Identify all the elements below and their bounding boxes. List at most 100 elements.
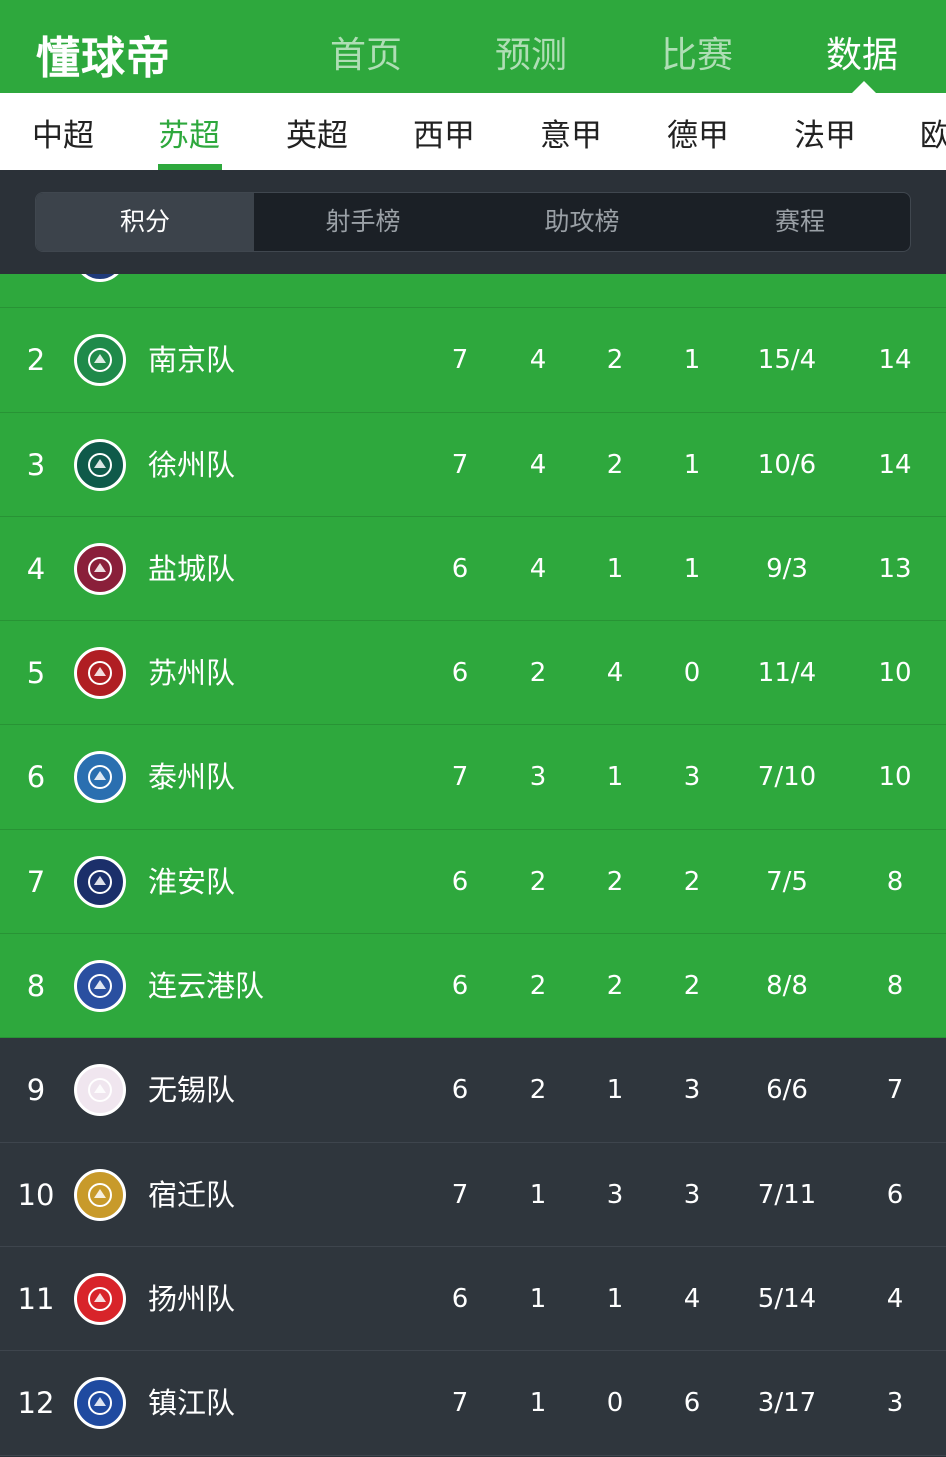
- tab-league-jiangsu[interactable]: 苏超: [158, 110, 220, 155]
- wins-cell: 2: [529, 658, 547, 689]
- team-name: 徐州队: [148, 447, 236, 482]
- team-name: 苏州队: [148, 656, 236, 691]
- table-row[interactable]: 4 盐城队 6 4 1 1 9/3 13: [0, 516, 946, 622]
- played-cell: 7: [451, 345, 469, 376]
- team-badge-icon: [74, 1064, 126, 1117]
- goals-cell: 10/6: [757, 449, 817, 480]
- rank-cell: 2: [26, 343, 46, 378]
- goals-cell: 6/6: [766, 1075, 808, 1106]
- team-name: 镇江队: [148, 1386, 236, 1421]
- losses-cell: 3: [683, 1179, 701, 1210]
- draws-cell: 2: [606, 866, 624, 897]
- draws-cell: 1: [606, 1283, 624, 1314]
- points-cell: 10: [878, 762, 912, 793]
- rank-cell: 8: [26, 969, 46, 1004]
- losses-cell: 1: [683, 553, 701, 584]
- app-logo[interactable]: 懂球帝: [36, 22, 171, 86]
- draws-cell: 1: [606, 1075, 624, 1106]
- table-row[interactable]: 3 徐州队 7 4 2 1 10/6 14: [0, 412, 946, 517]
- segmented-control: 积分 射手榜 助攻榜 赛程: [35, 192, 911, 252]
- played-cell: 7: [451, 1179, 469, 1210]
- points-cell: 10: [878, 658, 912, 689]
- team-badge-icon: [74, 1377, 126, 1430]
- points-cell: 4: [886, 1283, 904, 1314]
- team-badge-icon: [74, 855, 126, 908]
- played-cell: 6: [451, 1075, 469, 1106]
- rank-cell: 1: [8, 274, 64, 308]
- losses-cell: 6: [683, 1388, 701, 1419]
- losses-cell: 0: [662, 274, 722, 308]
- team-name: 连云港队: [148, 969, 265, 1004]
- points-cell: 14: [878, 449, 912, 480]
- tab-league-laliga[interactable]: 西甲: [413, 110, 475, 155]
- wins-cell: 6: [508, 274, 568, 308]
- points-cell: 8: [886, 971, 904, 1002]
- table-row[interactable]: 1南通队660016/318: [0, 274, 946, 309]
- team-badge-icon: [74, 438, 126, 491]
- tab-league-ligue1[interactable]: 法甲: [794, 110, 856, 155]
- standings-table: 1南通队660016/3182南京队742115/4143徐州队742110/6…: [0, 274, 946, 1457]
- losses-cell: 0: [683, 658, 701, 689]
- team-badge-icon: [74, 1168, 126, 1221]
- goals-cell: 7/5: [766, 866, 808, 897]
- rank-cell: 10: [17, 1177, 55, 1212]
- draws-cell: 2: [606, 971, 624, 1002]
- played-cell: 7: [451, 762, 469, 793]
- tab-top-scorers[interactable]: 射手榜: [254, 193, 472, 251]
- tab-league-seriea[interactable]: 意甲: [540, 110, 602, 155]
- goals-cell: 8/8: [766, 971, 808, 1002]
- rank-cell: 12: [17, 1386, 55, 1421]
- table-row[interactable]: 9 无锡队 6 2 1 3 6/6 7: [0, 1038, 946, 1143]
- tab-schedule[interactable]: 赛程: [691, 193, 909, 251]
- wins-cell: 4: [529, 345, 547, 376]
- team-badge-icon: [74, 1272, 126, 1325]
- rank-cell: 5: [26, 656, 46, 691]
- table-row[interactable]: 6 泰州队 7 3 1 3 7/10 10: [0, 725, 946, 830]
- losses-cell: 2: [683, 866, 701, 897]
- active-nav-indicator: [852, 81, 876, 93]
- goals-cell: 3/17: [757, 1388, 817, 1419]
- tab-league-europe[interactable]: 欧: [920, 110, 946, 155]
- played-cell: 6: [451, 553, 469, 584]
- played-cell: 6: [451, 971, 469, 1002]
- team-badge-icon: [74, 542, 126, 595]
- draws-cell: 1: [606, 762, 624, 793]
- goals-cell: 7/10: [757, 762, 817, 793]
- points-cell: 7: [886, 1075, 904, 1106]
- points-cell: 6: [886, 1179, 904, 1210]
- table-row[interactable]: 7 淮安队 6 2 2 2 7/5 8: [0, 829, 946, 935]
- league-tabs: 中超 苏超 英超 西甲 意甲 德甲 法甲 欧: [0, 93, 946, 170]
- standings-rows: 1南通队660016/3182南京队742115/4143徐州队742110/6…: [0, 274, 946, 1456]
- table-row[interactable]: 2 南京队 7 4 2 1 15/4 14: [0, 308, 946, 413]
- team-name: 盐城队: [148, 551, 236, 586]
- tab-standings[interactable]: 积分: [36, 193, 254, 251]
- rank-cell: 4: [26, 551, 46, 586]
- nav-predict[interactable]: 预测: [495, 26, 567, 78]
- table-row[interactable]: 10 宿迁队 7 1 3 3 7/11 6: [0, 1142, 946, 1247]
- table-row[interactable]: 8 连云港队 6 2 2 2 8/8 8: [0, 934, 946, 1039]
- table-row[interactable]: 11 扬州队 6 1 1 4 5/14 4: [0, 1246, 946, 1352]
- table-row[interactable]: 5 苏州队 6 2 4 0 11/4 10: [0, 621, 946, 726]
- played-cell: 6: [430, 274, 490, 308]
- table-row[interactable]: 12 镇江队 7 1 0 6 3/17 3: [0, 1351, 946, 1456]
- played-cell: 6: [451, 866, 469, 897]
- points-cell: 3: [886, 1388, 904, 1419]
- nav-data[interactable]: 数据: [826, 26, 898, 78]
- team-name: 南通队: [148, 274, 408, 308]
- team-name: 无锡队: [148, 1073, 236, 1108]
- tab-league-csl[interactable]: 中超: [32, 110, 94, 155]
- rank-cell: 6: [26, 760, 46, 795]
- played-cell: 7: [451, 449, 469, 480]
- tab-top-assists[interactable]: 助攻榜: [473, 193, 691, 251]
- nav-home[interactable]: 首页: [330, 26, 402, 78]
- team-name: 南京队: [148, 343, 236, 378]
- tab-league-bundesliga[interactable]: 德甲: [667, 110, 729, 155]
- rank-cell: 9: [26, 1073, 46, 1108]
- losses-cell: 1: [683, 345, 701, 376]
- played-cell: 6: [451, 1283, 469, 1314]
- tab-league-epl[interactable]: 英超: [286, 110, 348, 155]
- team-name: 淮安队: [148, 864, 236, 899]
- nav-matches[interactable]: 比赛: [661, 26, 733, 78]
- wins-cell: 1: [529, 1283, 547, 1314]
- wins-cell: 1: [529, 1179, 547, 1210]
